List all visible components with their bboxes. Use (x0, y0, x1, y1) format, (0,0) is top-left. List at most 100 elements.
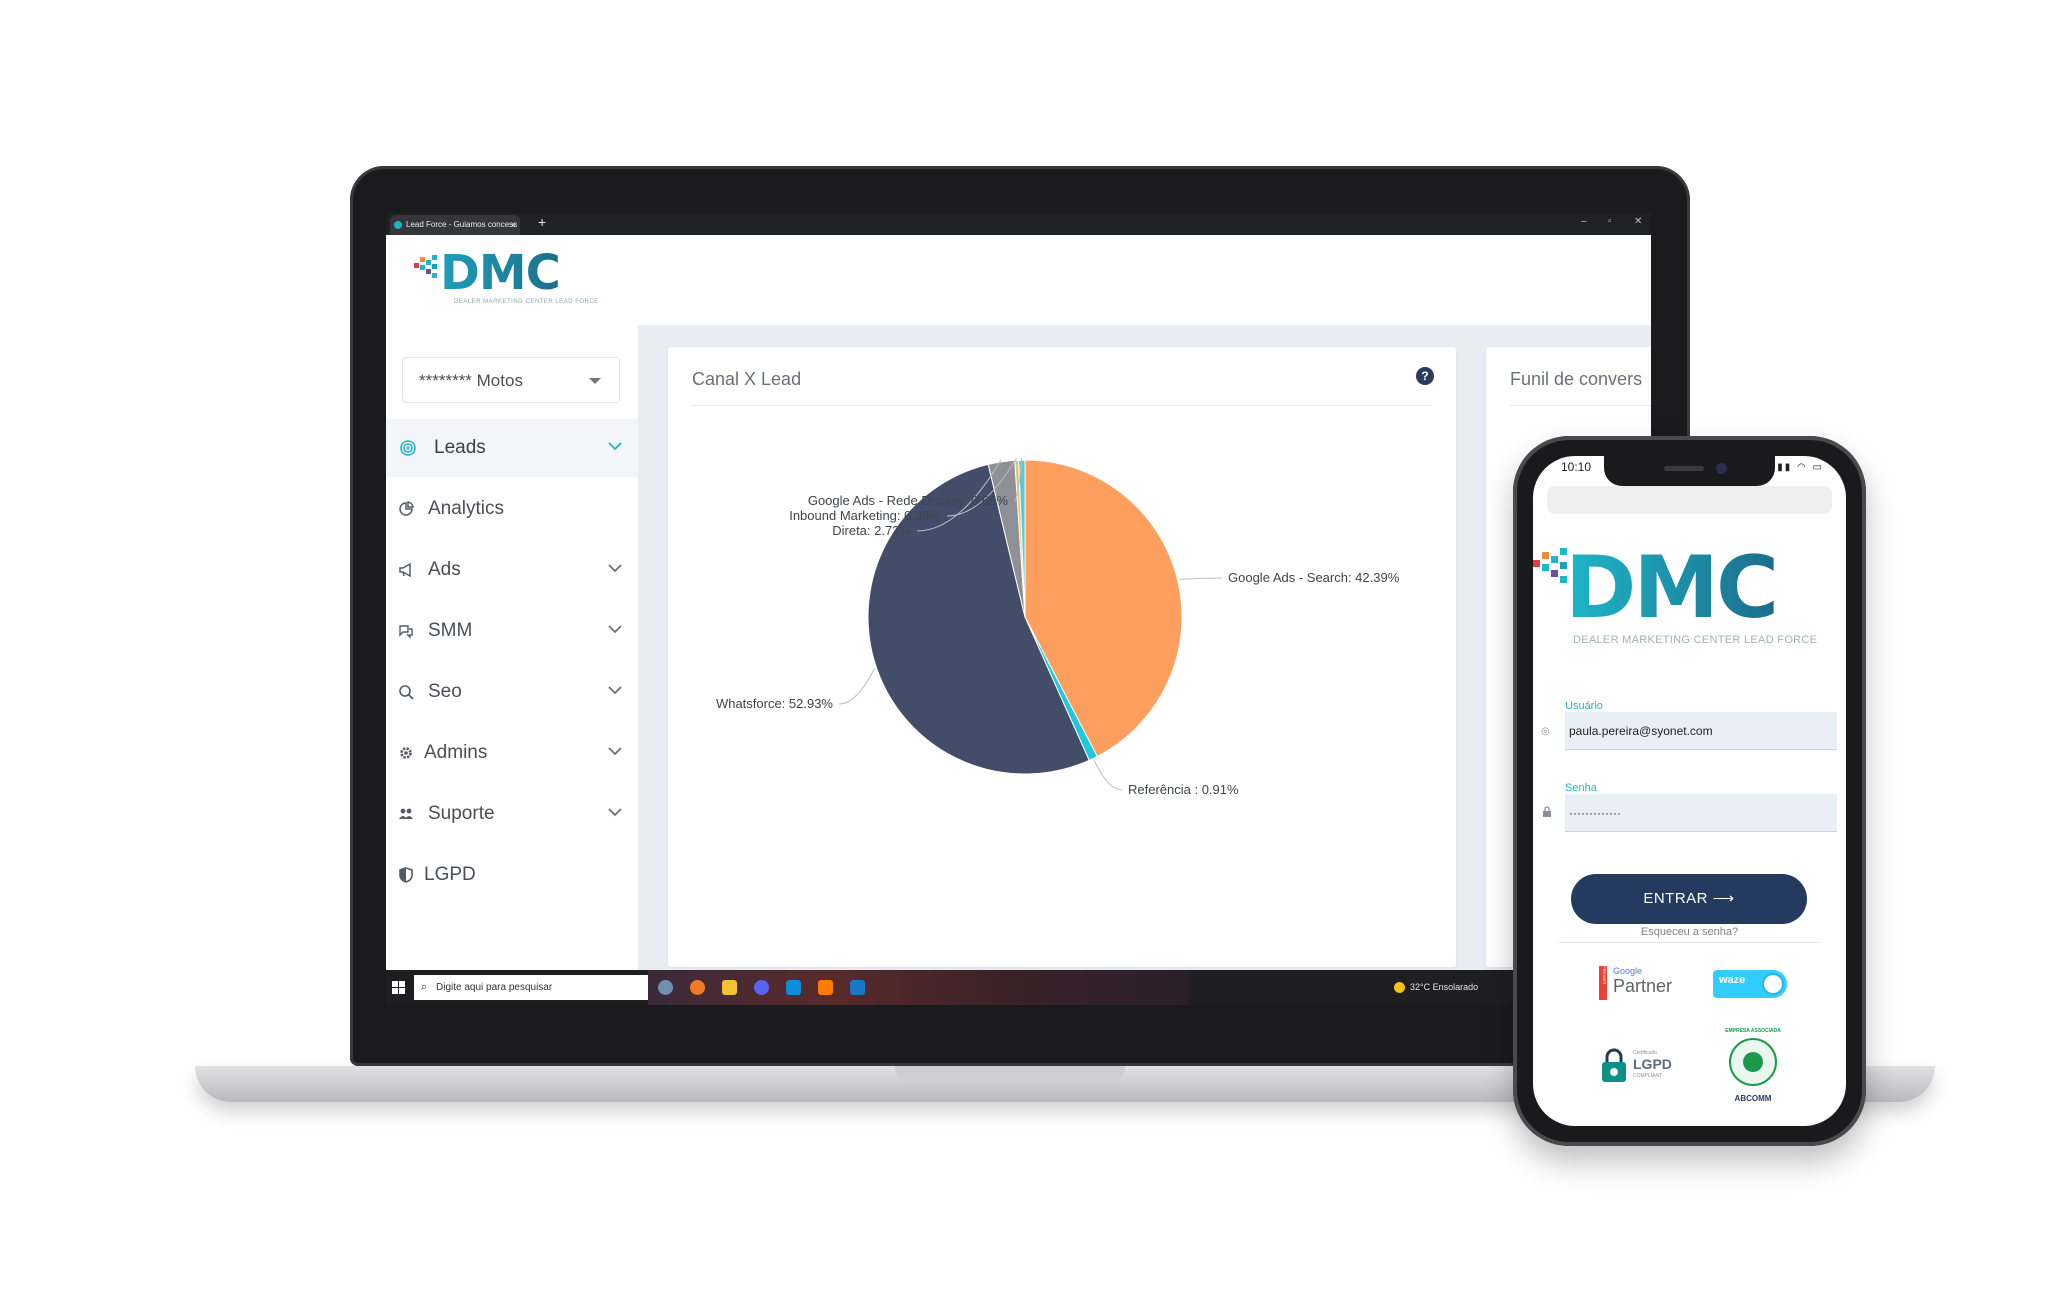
store-select[interactable]: ******** Motos (402, 357, 620, 403)
shield-icon (399, 867, 413, 883)
logo-wordmark: DMC (440, 245, 561, 301)
windows-start-icon[interactable] (392, 981, 405, 994)
sidebar-item-analytics[interactable]: Analytics (386, 480, 638, 538)
help-icon[interactable]: ? (1416, 367, 1434, 385)
pie-data-label: Referência : 0.91% (1128, 782, 1239, 797)
camera-icon (1716, 463, 1727, 474)
dmc-logo[interactable]: DMC DEALER MARKETING CENTER LEAD FORCE (414, 245, 598, 309)
pie-chart: Google Ads - Search: 42.39% Referência : … (716, 457, 1400, 797)
chevron-down-icon (608, 686, 622, 695)
sidebar-item-admins[interactable]: Admins (386, 724, 638, 782)
browser-tab[interactable]: Lead Force - Guiamos concess × (390, 215, 520, 235)
password-label: Senha (1565, 782, 1597, 794)
chevron-down-icon (608, 747, 622, 756)
lock-icon (1543, 806, 1551, 817)
chrome-icon[interactable] (658, 980, 673, 995)
logo-tagline: DEALER MARKETING CENTER LEAD FORCE (454, 299, 599, 305)
waze-icon (1762, 973, 1784, 995)
abcomm-badge: EMPRESA ASSOCIADA ABCOMM (1725, 1028, 1781, 1110)
taskbar-search-placeholder: Digite aqui para pesquisar (436, 982, 553, 993)
weather-text: 32°C Ensolarado (1410, 982, 1479, 992)
card-divider (692, 405, 1432, 406)
google-partner-badge: PREMIER Google Partner (1599, 966, 1683, 1000)
users-icon (399, 808, 413, 819)
lgpd-text: LGPD (1633, 1056, 1672, 1072)
pie-data-label: Whatsforce: 52.93% (716, 696, 833, 711)
phone-url-bar[interactable] (1547, 486, 1832, 514)
abcomm-ring-text: EMPRESA ASSOCIADA (1725, 1028, 1781, 1034)
sidebar-item-label: Analytics (428, 498, 505, 519)
card-divider (1510, 405, 1651, 406)
skype-icon[interactable] (786, 980, 801, 995)
sidebar: ******** Motos Leads Analytics Ads SMM S… (386, 325, 638, 970)
logo-tagline: DEALER MARKETING CENTER LEAD FORCE (1573, 634, 1818, 646)
target-icon (400, 440, 416, 456)
scene: Lead Force - Guiamos concess × + – ▫ ✕ D… (0, 0, 2055, 1304)
password-field[interactable]: ············· (1565, 794, 1837, 832)
laptop-screen: Lead Force - Guiamos concess × + – ▫ ✕ D… (386, 213, 1651, 1005)
photoshop-icon[interactable] (850, 980, 865, 995)
close-window-button[interactable]: ✕ (1634, 216, 1642, 227)
arrow-right-icon: ⟶ (1712, 890, 1735, 907)
restore-button[interactable]: ▫ (1608, 216, 1612, 227)
sidebar-item-lgpd[interactable]: LGPD (386, 846, 638, 904)
chevron-down-icon (608, 564, 622, 573)
illustrator-icon[interactable] (818, 980, 833, 995)
favicon-icon (394, 221, 402, 229)
megaphone-icon (399, 562, 411, 578)
sidebar-item-label: Admins (424, 742, 488, 763)
sidebar-item-ads[interactable]: Ads (386, 541, 638, 599)
cart-icon (1743, 1052, 1763, 1072)
sidebar-item-label: LGPD (424, 864, 476, 885)
new-tab-button[interactable]: + (538, 214, 546, 230)
sidebar-item-leads[interactable]: Leads (386, 419, 638, 477)
status-time: 10:10 (1561, 460, 1592, 474)
search-icon: ⌕ (421, 981, 428, 993)
browser-titlebar: Lead Force - Guiamos concess × + – ▫ ✕ (386, 213, 1651, 235)
waze-text: waze (1719, 974, 1746, 986)
pie-leader-line (1179, 577, 1223, 580)
discord-icon[interactable] (754, 980, 769, 995)
sun-icon (1394, 982, 1405, 994)
pie-data-label: Google Ads - Search: 42.39% (1228, 570, 1400, 585)
user-field[interactable]: paula.pereira@syonet.com (1565, 712, 1837, 750)
phone-screen: 10:10 ▮▮▮ ◠ ▭ DMC DEALER MARKETING CENTE… (1533, 456, 1846, 1126)
lgpd-badge: Certificado LGPD COMPLIANT (1599, 1046, 1689, 1090)
chevron-down-icon (608, 442, 622, 451)
phone-notch (1604, 456, 1775, 486)
user-icon: ◎ (1541, 726, 1550, 737)
pie-leader-line (838, 668, 875, 705)
card-title: Canal X Lead (692, 369, 802, 389)
login-button[interactable]: ENTRAR ⟶ (1571, 874, 1807, 924)
pie-data-label: Direta: 2.73% (832, 523, 911, 538)
sidebar-item-smm[interactable]: SMM (386, 602, 638, 660)
sidebar-item-label: SMM (428, 620, 473, 641)
lgpd-lock-icon (1602, 1048, 1626, 1082)
status-icons: ▮▮▮ ◠ ▭ (1769, 462, 1824, 473)
google-text: Google (1613, 966, 1643, 976)
windows-taskbar: ⌕ Digite aqui para pesquisar 32°C Ensola… (386, 970, 1651, 1005)
user-label: Usuário (1565, 700, 1603, 712)
sidebar-item-seo[interactable]: Seo (386, 663, 638, 721)
taskbar-search[interactable]: ⌕ Digite aqui para pesquisar (414, 975, 648, 1000)
dashboard-content: Canal X Lead ? Google Ads - Search: 42.3… (638, 325, 1651, 970)
caret-down-icon (589, 378, 601, 384)
app-header: DMC DEALER MARKETING CENTER LEAD FORCE (386, 235, 1651, 344)
tab-close-icon[interactable]: × (511, 215, 516, 235)
dmc-logo-mobile: DMC DEALER MARKETING CENTER LEAD FORCE (1533, 538, 1839, 646)
chevron-down-icon (608, 808, 622, 817)
forgot-password-link[interactable]: Esqueceu a senha? (1533, 926, 1846, 938)
waze-badge: waze (1713, 970, 1787, 998)
taskbar-apps (648, 970, 1188, 1005)
pie-chart-icon (399, 501, 414, 516)
sidebar-item-suporte[interactable]: Suporte (386, 785, 638, 843)
card-title: Funil de convers (1510, 369, 1643, 389)
speaker-icon (1664, 466, 1704, 471)
taskbar-weather[interactable]: 32°C Ensolarado (1394, 970, 1478, 1005)
pie-leader-line (1093, 759, 1123, 791)
minimize-button[interactable]: – (1581, 216, 1587, 227)
pie-data-label: Google Ads - Rede Display: 0.65% (808, 493, 1009, 508)
firefox-icon[interactable] (690, 980, 705, 995)
sidebar-item-label: Leads (434, 437, 486, 458)
file-explorer-icon[interactable] (722, 980, 737, 995)
